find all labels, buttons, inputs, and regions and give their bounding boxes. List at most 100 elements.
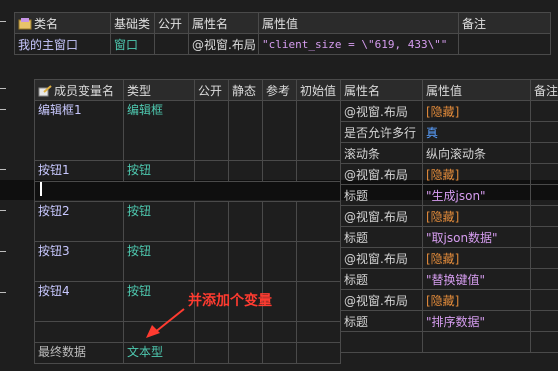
member-init-cell[interactable] (296, 201, 341, 242)
member-name-cell[interactable]: 最终数据 (34, 342, 124, 364)
prop-note-cell[interactable] (530, 100, 558, 122)
prop-value-cell[interactable]: "取json数据" (422, 226, 531, 248)
member-static-cell[interactable] (228, 160, 263, 182)
header-class-name[interactable]: 类名 (14, 12, 111, 34)
prop-row[interactable]: @视窗.布局 [隐藏] (340, 247, 558, 269)
member-ref-cell[interactable] (262, 100, 297, 161)
prop-note-cell[interactable] (530, 331, 558, 353)
header-prop-name[interactable]: 属性名 (188, 12, 259, 34)
prop-note-cell[interactable] (530, 247, 558, 269)
prop-value-cell[interactable]: [隐藏] (422, 289, 531, 311)
member-public-cell[interactable] (194, 100, 229, 161)
member-public-cell[interactable] (194, 342, 229, 364)
header-public[interactable]: 公开 (194, 79, 229, 101)
member-type-cell[interactable]: 文本型 (123, 342, 195, 364)
prop-row[interactable]: @视窗.布局 [隐藏] (340, 163, 558, 185)
prop-note-cell[interactable] (530, 289, 558, 311)
prop-row[interactable]: 标题 "排序数据" (340, 310, 558, 332)
header-static[interactable]: 静态 (228, 79, 263, 101)
member-ref-cell[interactable] (262, 160, 297, 182)
member-name-cell[interactable]: 按钮2 (34, 201, 124, 242)
member-type-cell[interactable]: 按钮 (123, 201, 195, 242)
member-init-cell[interactable] (296, 241, 341, 282)
header-public[interactable]: 公开 (154, 12, 189, 34)
member-name-cell[interactable]: 按钮3 (34, 241, 124, 282)
member-row[interactable]: 按钮2 按钮 (34, 201, 341, 242)
prop-name-cell[interactable] (340, 331, 423, 353)
prop-name-cell[interactable]: @视窗.布局 (340, 163, 423, 185)
member-name-cell[interactable]: 按钮4 (34, 281, 124, 322)
edit-row[interactable] (34, 181, 341, 202)
prop-note-cell[interactable] (530, 142, 558, 164)
member-row[interactable]: 按钮3 按钮 (34, 241, 341, 282)
prop-name-cell[interactable]: @视窗.布局 (340, 247, 423, 269)
prop-value-cell[interactable] (422, 331, 531, 353)
prop-name-cell[interactable]: @视窗.布局 (340, 100, 423, 122)
prop-name-cell[interactable]: 标题 (340, 310, 423, 332)
prop-value-cell[interactable]: [隐藏] (422, 100, 531, 122)
text-cursor-cell[interactable] (34, 181, 341, 202)
header-prop-value[interactable]: 属性值 (258, 12, 459, 34)
prop-note-cell[interactable] (530, 163, 558, 185)
prop-name-cell[interactable]: @视窗.布局 (340, 289, 423, 311)
header-type[interactable]: 类型 (123, 79, 195, 101)
member-name-cell[interactable] (34, 321, 124, 343)
member-type-cell[interactable]: 按钮 (123, 241, 195, 282)
prop-note-cell[interactable] (530, 121, 558, 143)
prop-note-cell[interactable] (530, 184, 558, 206)
prop-row[interactable]: @视窗.布局 [隐藏] (340, 205, 558, 227)
member-ref-cell[interactable] (262, 321, 297, 343)
prop-note-cell[interactable] (530, 205, 558, 227)
header-prop-name[interactable]: 属性名 (340, 79, 423, 101)
member-ref-cell[interactable] (262, 201, 297, 242)
member-name-cell[interactable]: 编辑框1 (34, 100, 124, 161)
prop-row[interactable]: 标题 "取json数据" (340, 226, 558, 248)
member-type-cell[interactable]: 按钮 (123, 160, 195, 182)
member-public-cell[interactable] (194, 241, 229, 282)
member-public-cell[interactable] (194, 321, 229, 343)
public-cell[interactable] (154, 33, 189, 55)
prop-name-cell[interactable]: 标题 (340, 184, 423, 206)
prop-value-cell[interactable]: "生成json" (422, 184, 531, 206)
prop-name-cell[interactable]: @视窗.布局 (340, 205, 423, 227)
member-static-cell[interactable] (228, 100, 263, 161)
member-init-cell[interactable] (296, 342, 341, 364)
prop-row[interactable]: 滚动条 纵向滚动条 (340, 142, 558, 164)
note-cell[interactable] (458, 33, 551, 55)
member-init-cell[interactable] (296, 100, 341, 161)
member-type-cell[interactable]: 编辑框 (123, 100, 195, 161)
prop-row[interactable]: 标题 "替换键值" (340, 268, 558, 290)
header-member-name[interactable]: 成员变量名 (34, 79, 124, 101)
member-static-cell[interactable] (228, 321, 263, 343)
prop-value-cell[interactable]: [隐藏] (422, 247, 531, 269)
member-ref-cell[interactable] (262, 342, 297, 364)
member-static-cell[interactable] (228, 201, 263, 242)
member-row[interactable]: 最终数据 文本型 (34, 342, 341, 364)
base-class-cell[interactable]: 窗口 (110, 33, 155, 55)
member-name-cell[interactable]: 按钮1 (34, 160, 124, 182)
member-ref-cell[interactable] (262, 241, 297, 282)
prop-name-cell[interactable]: 标题 (340, 226, 423, 248)
prop-value-cell[interactable]: [隐藏] (422, 205, 531, 227)
prop-name-cell[interactable]: 是否允许多行 (340, 121, 423, 143)
member-static-cell[interactable] (228, 342, 263, 364)
prop-row[interactable]: 标题 "生成json" (340, 184, 558, 206)
prop-note-cell[interactable] (530, 310, 558, 332)
header-initial-value[interactable]: 初始值 (296, 79, 341, 101)
header-prop-note[interactable]: 备注 (530, 79, 558, 101)
header-note[interactable]: 备注 (458, 12, 551, 34)
header-base-class[interactable]: 基础类 (110, 12, 155, 34)
member-row[interactable]: 编辑框1 编辑框 (34, 100, 341, 161)
prop-row[interactable]: 是否允许多行真 (340, 121, 558, 143)
prop-row[interactable]: @视窗.布局 [隐藏] (340, 289, 558, 311)
header-prop-value[interactable]: 属性值 (422, 79, 531, 101)
prop-value-cell[interactable]: "排序数据" (422, 310, 531, 332)
prop-name-cell[interactable]: @视窗.布局 (188, 33, 259, 55)
prop-value-cell[interactable]: "替换键值" (422, 268, 531, 290)
member-row[interactable]: 按钮1 按钮 (34, 160, 341, 182)
member-public-cell[interactable] (194, 201, 229, 242)
prop-value-cell[interactable]: "client_size = \"619, 433\"" (258, 33, 459, 55)
prop-value-cell[interactable]: [隐藏] (422, 163, 531, 185)
prop-name-cell[interactable]: 标题 (340, 268, 423, 290)
member-init-cell[interactable] (296, 160, 341, 182)
